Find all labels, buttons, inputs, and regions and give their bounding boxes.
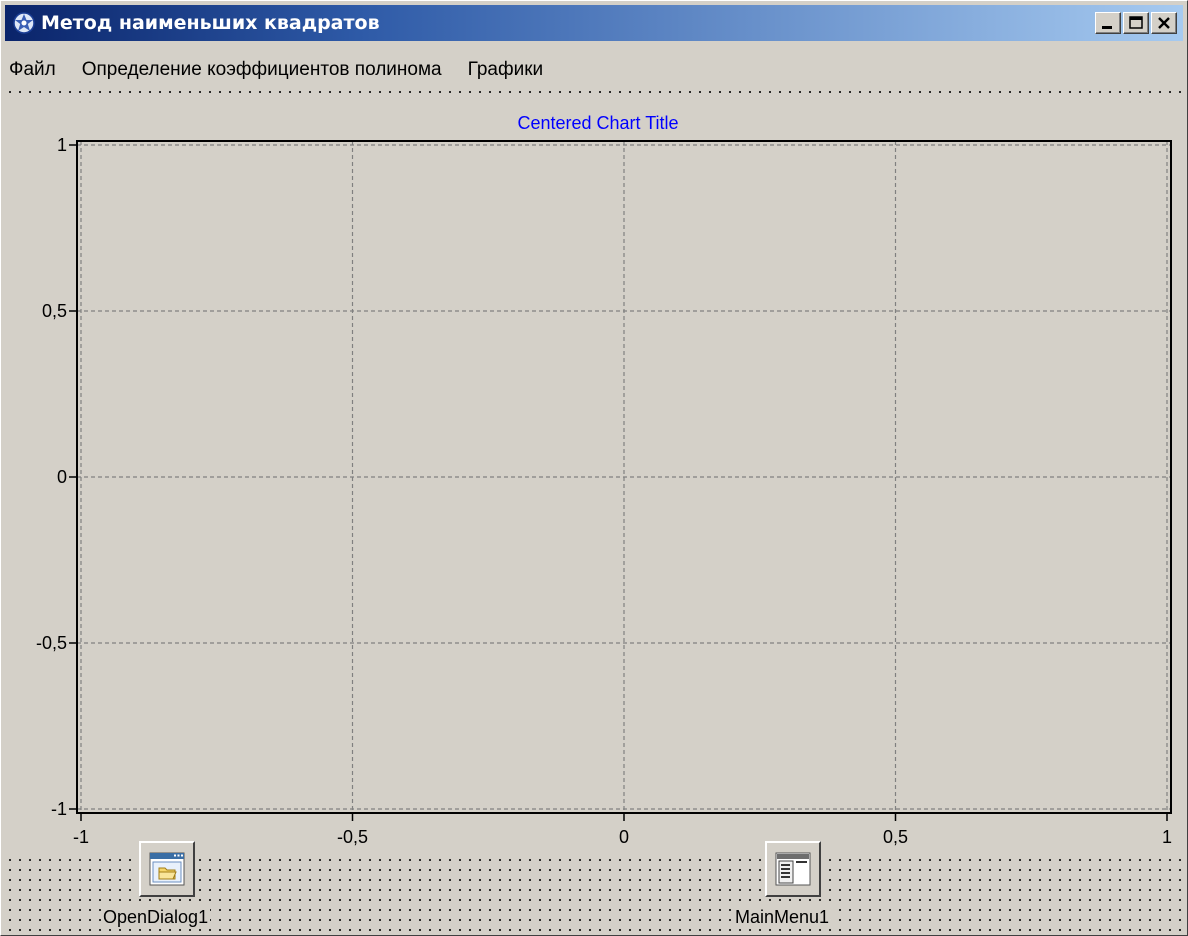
window-controls — [1093, 12, 1177, 34]
minimize-button[interactable] — [1095, 12, 1121, 34]
app-icon — [13, 12, 35, 34]
close-button[interactable] — [1151, 12, 1177, 34]
x-tick-label: -0,5 — [337, 827, 368, 847]
open-dialog-component[interactable] — [139, 841, 195, 897]
y-tick-label: 0 — [57, 467, 67, 487]
y-tick-label: 0,5 — [42, 301, 67, 321]
menu-polynomial-coefficients[interactable]: Определение коэффициентов полинома — [69, 59, 455, 81]
y-tick-label: -1 — [51, 799, 67, 819]
open-dialog-label: OpenDialog1 — [101, 907, 211, 928]
chart-title: Centered Chart Title — [517, 113, 678, 133]
y-tick-label: 1 — [57, 135, 67, 155]
maximize-icon — [1129, 16, 1143, 29]
x-tick-label: 1 — [1162, 827, 1172, 847]
minimize-icon — [1102, 26, 1112, 29]
form-grid-dots-top — [5, 87, 1181, 97]
menu-charts[interactable]: Графики — [455, 59, 557, 81]
window-title: Метод наименьших квадратов — [41, 12, 380, 34]
x-tick-label: -1 — [73, 827, 89, 847]
maximize-button[interactable] — [1123, 12, 1149, 34]
open-dialog-icon — [149, 852, 185, 886]
close-icon — [1158, 17, 1170, 29]
menu-bar: Файл Определение коэффициентов полинома … — [5, 53, 556, 87]
chart-grid — [77, 141, 1171, 813]
main-menu-icon — [775, 852, 811, 886]
main-window: Метод наименьших квадратов Файл Определе… — [0, 0, 1188, 936]
title-bar[interactable]: Метод наименьших квадратов — [5, 5, 1183, 41]
y-tick-label: -0,5 — [36, 633, 67, 653]
x-tick-label: 0,5 — [883, 827, 908, 847]
chart-ticks: -1 -0,5 0 0,5 1 1 0,5 0 -0,5 -1 — [36, 135, 1172, 847]
x-tick-label: 0 — [619, 827, 629, 847]
main-menu-component[interactable] — [765, 841, 821, 897]
chart-panel[interactable]: Centered Chart Title -1 -0,5 0 0,5 1 1 0,5 0 -0,… — [1, 97, 1188, 857]
chart: Centered Chart Title -1 -0,5 0 0,5 1 1 0,5 0 -0,… — [36, 113, 1172, 847]
main-menu-label: MainMenu1 — [733, 907, 832, 928]
menu-file[interactable]: Файл — [5, 59, 69, 81]
